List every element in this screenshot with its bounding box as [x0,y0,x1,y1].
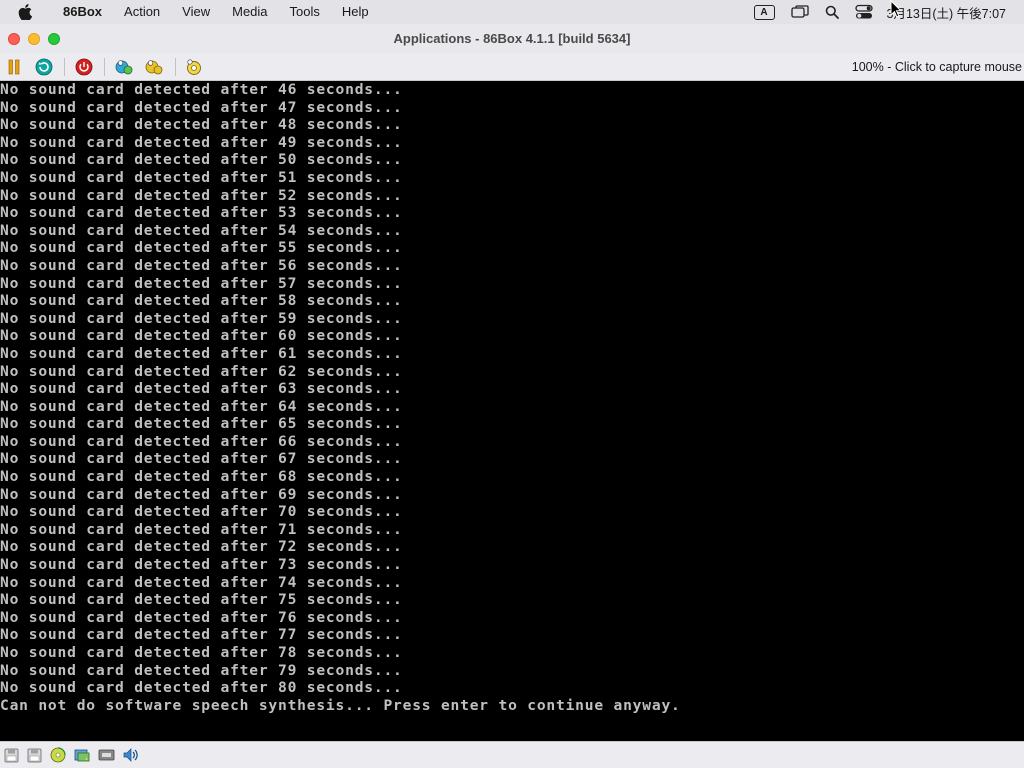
menu-view[interactable]: View [171,0,221,24]
cdrom-icon[interactable] [49,747,67,763]
minimize-window-button[interactable] [28,33,40,45]
emulator-toolbar: 100% - Click to capture mouse [0,53,1024,81]
console-line: No sound card detected after 59 seconds.… [0,309,403,327]
window-title-bar[interactable]: Applications - 86Box 4.1.1 [build 5634] [0,24,1024,53]
floppy-b-icon[interactable] [25,747,43,763]
console-line: No sound card detected after 55 seconds.… [0,239,403,257]
console-line: No sound card detected after 53 seconds.… [0,204,403,222]
console-line: No sound card detected after 80 seconds.… [0,679,403,697]
console-line: No sound card detected after 62 seconds.… [0,362,403,380]
console-line: No sound card detected after 78 seconds.… [0,644,403,661]
console-line: No sound card detected after 52 seconds.… [0,186,403,204]
console-line: Can not do software speech synthesis... … [0,696,681,714]
console-line: No sound card detected after 72 seconds.… [0,538,403,556]
macos-menu-bar: 86Box Action View Media Tools Help A 3月1… [0,0,1024,24]
console-line: No sound card detected after 74 seconds.… [0,573,403,591]
console-line: No sound card detected after 77 seconds.… [0,626,403,644]
console-line: No sound card detected after 60 seconds.… [0,327,403,345]
emulator-screen[interactable]: No sound card detected after 46 seconds.… [0,81,1024,741]
screen-mirroring-icon[interactable] [790,5,809,19]
menu-media[interactable]: Media [221,0,278,24]
control-center-icon[interactable] [854,4,873,20]
console-line: No sound card detected after 56 seconds.… [0,256,403,274]
console-line: No sound card detected after 71 seconds.… [0,520,403,538]
emulator-status-bar [0,741,1024,768]
input-source-icon[interactable]: A [753,4,775,20]
menu-action[interactable]: Action [113,0,171,24]
dos-console-output: No sound card detected after 46 seconds.… [0,81,681,714]
settings-icon[interactable] [185,58,203,76]
console-line: No sound card detected after 57 seconds.… [0,274,403,292]
floppy-a-icon[interactable] [2,747,20,763]
console-line: No sound card detected after 67 seconds.… [0,450,403,468]
console-line: No sound card detected after 49 seconds.… [0,133,403,151]
console-line: No sound card detected after 64 seconds.… [0,397,403,415]
sound-icon[interactable] [121,747,139,763]
console-line: No sound card detected after 69 seconds.… [0,485,403,503]
menubar-clock[interactable]: 3月13日(土) 午後7:07 [887,3,1006,22]
ctrl-alt-del-icon[interactable] [115,58,133,76]
console-line: No sound card detected after 65 seconds.… [0,415,403,433]
close-window-button[interactable] [8,33,20,45]
ctrl-alt-esc-icon[interactable] [145,58,163,76]
hard-disk-icon[interactable] [73,747,91,763]
console-line: No sound card detected after 47 seconds.… [0,98,403,116]
console-line: No sound card detected after 76 seconds.… [0,608,403,626]
console-line: No sound card detected after 66 seconds.… [0,432,403,450]
console-line: No sound card detected after 79 seconds.… [0,661,403,679]
console-line: No sound card detected after 51 seconds.… [0,168,403,186]
console-line: No sound card detected after 75 seconds.… [0,591,403,609]
toolbar-separator [175,58,176,76]
pause-icon[interactable] [5,58,23,76]
console-line: No sound card detected after 73 seconds.… [0,556,403,574]
spotlight-search-icon[interactable] [825,5,839,19]
console-line: No sound card detected after 63 seconds.… [0,380,403,398]
zoom-window-button[interactable] [48,33,60,45]
console-line: No sound card detected after 48 seconds.… [0,116,403,134]
window-title: Applications - 86Box 4.1.1 [build 5634] [393,31,631,46]
mouse-capture-status[interactable]: 100% - Click to capture mouse [852,53,1022,81]
console-line: No sound card detected after 54 seconds.… [0,221,403,239]
reset-icon[interactable] [35,58,53,76]
menu-help[interactable]: Help [331,0,380,24]
mouse-cursor-icon [890,0,903,18]
console-line: No sound card detected after 70 seconds.… [0,503,403,521]
toolbar-separator [104,58,105,76]
console-line: No sound card detected after 61 seconds.… [0,344,403,362]
apple-menu-icon[interactable] [18,4,38,20]
power-icon[interactable] [75,58,93,76]
menu-app-name[interactable]: 86Box [52,0,113,24]
menu-tools[interactable]: Tools [279,0,331,24]
console-line: No sound card detected after 68 seconds.… [0,468,403,486]
console-line: No sound card detected after 58 seconds.… [0,292,403,310]
toolbar-separator [64,58,65,76]
console-line: No sound card detected after 46 seconds.… [0,81,403,98]
console-line: No sound card detected after 50 seconds.… [0,151,403,169]
network-icon[interactable] [97,747,115,763]
